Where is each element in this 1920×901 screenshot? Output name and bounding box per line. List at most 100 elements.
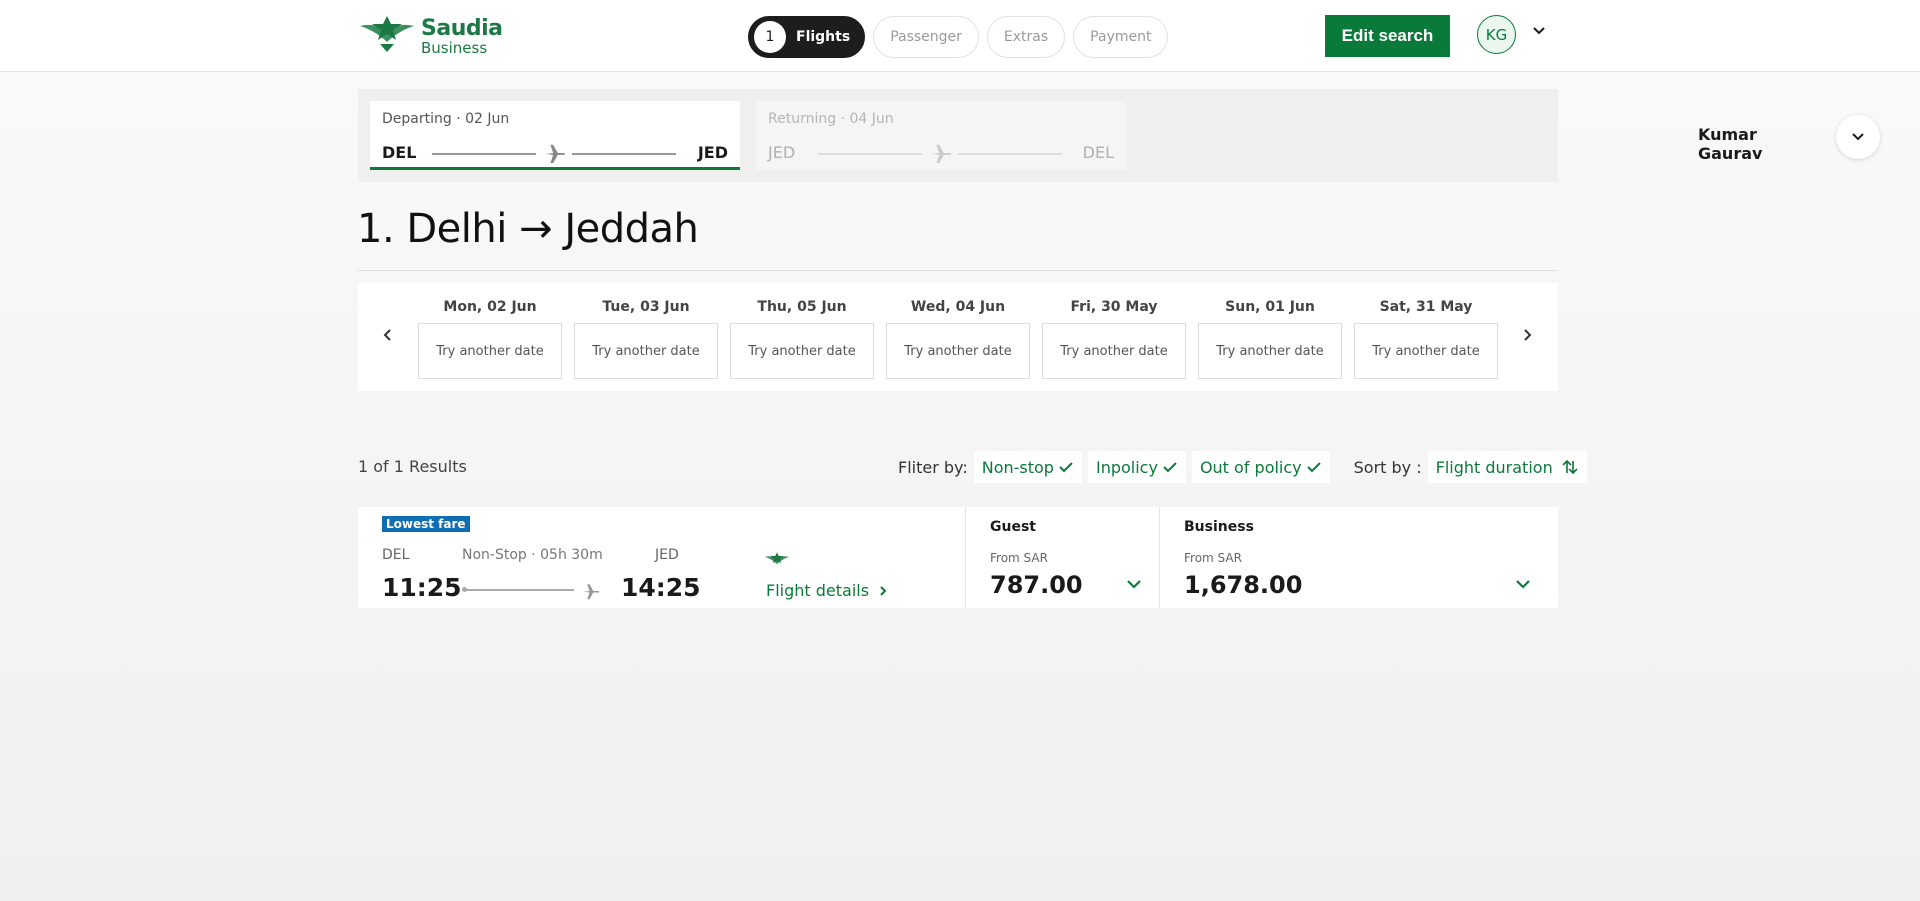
- date-day: Sat, 31 May: [1379, 299, 1473, 315]
- date-option[interactable]: Sun, 01 Jun Try another date: [1198, 299, 1342, 379]
- step-label: Extras: [1003, 29, 1049, 45]
- flight-result-card[interactable]: Lowest fare DEL Non-Stop · 05h 30m JED 1…: [358, 507, 1558, 608]
- date-option[interactable]: Sat, 31 May Try another date: [1354, 299, 1498, 379]
- check-icon: [1059, 462, 1073, 473]
- departing-label: Departing · 02 Jun: [382, 111, 510, 127]
- departing-from-code: DEL: [382, 143, 417, 162]
- chevron-down-icon[interactable]: [1126, 579, 1142, 589]
- date-option[interactable]: Fri, 30 May Try another date: [1042, 299, 1186, 379]
- date-option[interactable]: Thu, 05 Jun Try another date: [730, 299, 874, 379]
- departure-time: 11:25: [382, 573, 462, 602]
- date-status: Try another date: [1198, 323, 1342, 379]
- departing-to-code: JED: [697, 143, 728, 162]
- step-flights[interactable]: 1 Flights: [748, 16, 866, 58]
- fare-price: 787.00: [990, 571, 1083, 599]
- fare-option-business[interactable]: Business From SAR 1,678.00: [1159, 507, 1558, 608]
- sort-arrows-icon: [1562, 459, 1578, 475]
- date-status: Try another date: [1354, 323, 1498, 379]
- fare-from-label: From SAR: [990, 551, 1048, 565]
- filter-chip-label: Out of policy: [1199, 457, 1302, 477]
- step-label: Flights: [796, 29, 851, 45]
- date-day: Thu, 05 Jun: [757, 299, 847, 315]
- avatar[interactable]: KG: [1477, 15, 1516, 54]
- traveler-dropdown-button[interactable]: [1836, 115, 1880, 159]
- filter-sort-bar: Fliter by: Non-stop Inpolicy Out of poli…: [898, 450, 1587, 484]
- airline-logo-icon: [764, 552, 790, 565]
- sort-flight-duration[interactable]: Flight duration: [1427, 451, 1587, 483]
- plane-icon: [931, 144, 952, 164]
- chevron-right-icon: [1524, 329, 1532, 341]
- sort-label: Sort by :: [1353, 457, 1422, 477]
- chevron-right-icon: [880, 585, 887, 596]
- step-label: Payment: [1090, 29, 1152, 45]
- check-icon: [1306, 462, 1321, 473]
- divider: [358, 270, 1558, 271]
- chevron-left-icon: [383, 329, 391, 341]
- date-day: Mon, 02 Jun: [443, 299, 537, 315]
- destination-code: JED: [655, 547, 679, 563]
- plane-icon: [583, 584, 600, 600]
- chevron-down-icon[interactable]: [1515, 579, 1531, 589]
- step-passenger[interactable]: Passenger: [873, 16, 979, 58]
- step-number: 1: [754, 21, 786, 53]
- saudia-logo[interactable]: Saudia Business: [358, 12, 508, 58]
- date-status: Try another date: [886, 323, 1030, 379]
- traveler-name: Kumar Gaurav: [1698, 125, 1763, 163]
- date-status: Try another date: [418, 323, 562, 379]
- chevron-down-icon[interactable]: [1532, 26, 1546, 36]
- step-extras[interactable]: Extras: [986, 16, 1066, 58]
- date-day: Fri, 30 May: [1070, 299, 1158, 315]
- route-line: [572, 153, 676, 155]
- date-day: Wed, 04 Jun: [910, 299, 1006, 315]
- date-option[interactable]: Mon, 02 Jun Try another date: [418, 299, 562, 379]
- date-status: Try another date: [1042, 323, 1186, 379]
- brand-sub: Business: [421, 39, 488, 57]
- route-line: [464, 589, 574, 591]
- next-dates-button[interactable]: [1517, 325, 1537, 345]
- date-status: Try another date: [574, 323, 718, 379]
- departing-leg-tab[interactable]: Departing · 02 Jun DEL JED: [370, 101, 740, 170]
- date-option[interactable]: Tue, 03 Jun Try another date: [574, 299, 718, 379]
- edit-search-button[interactable]: Edit search: [1325, 15, 1450, 57]
- flight-duration: Non-Stop · 05h 30m: [462, 547, 603, 563]
- route-line: [432, 153, 536, 155]
- arrival-time: 14:25: [621, 573, 701, 602]
- returning-leg-tab[interactable]: Returning · 04 Jun JED DEL: [756, 101, 1126, 170]
- route-line: [818, 153, 922, 155]
- results-count: 1 of 1 Results: [358, 457, 467, 476]
- step-payment[interactable]: Payment: [1073, 16, 1169, 58]
- filter-chip-label: Non-stop: [981, 457, 1054, 477]
- plane-icon: [545, 144, 566, 164]
- flight-details-link[interactable]: Flight details: [766, 581, 887, 600]
- date-status: Try another date: [730, 323, 874, 379]
- filter-inpolicy[interactable]: Inpolicy: [1087, 451, 1186, 483]
- route-line: [958, 153, 1062, 155]
- top-bar: Saudia Business 1 Flights Passenger Extr…: [0, 0, 1920, 72]
- lowest-fare-badge: Lowest fare: [382, 516, 470, 532]
- check-icon: [1163, 462, 1177, 473]
- brand-name: Saudia: [421, 16, 503, 41]
- date-day: Tue, 03 Jun: [602, 299, 690, 315]
- palm-logo-icon: [360, 16, 414, 52]
- sort-value: Flight duration: [1435, 457, 1553, 477]
- booking-steps: 1 Flights Passenger Extras Payment: [748, 16, 1169, 58]
- date-option[interactable]: Wed, 04 Jun Try another date: [886, 299, 1030, 379]
- filter-out-of-policy[interactable]: Out of policy: [1191, 451, 1330, 483]
- origin-code: DEL: [382, 547, 410, 563]
- fare-name: Business: [1184, 519, 1254, 535]
- previous-dates-button[interactable]: [378, 325, 398, 345]
- filter-non-stop[interactable]: Non-stop: [973, 451, 1082, 483]
- filter-chip-label: Inpolicy: [1095, 457, 1158, 477]
- returning-to-code: DEL: [1082, 143, 1114, 162]
- fare-from-label: From SAR: [1184, 551, 1242, 565]
- date-day: Sun, 01 Jun: [1225, 299, 1315, 315]
- filter-label: Fliter by:: [898, 457, 968, 477]
- date-selector: Mon, 02 Jun Try another date Tue, 03 Jun…: [358, 283, 1558, 391]
- returning-label: Returning · 04 Jun: [768, 111, 894, 127]
- returning-from-code: JED: [768, 143, 796, 162]
- fare-price: 1,678.00: [1184, 571, 1303, 599]
- fare-option-guest[interactable]: Guest From SAR 787.00: [965, 507, 1159, 608]
- trip-summary: Departing · 02 Jun DEL JED Returning · 0…: [358, 89, 1880, 182]
- fare-name: Guest: [990, 519, 1036, 535]
- flight-details-label: Flight details: [766, 581, 870, 600]
